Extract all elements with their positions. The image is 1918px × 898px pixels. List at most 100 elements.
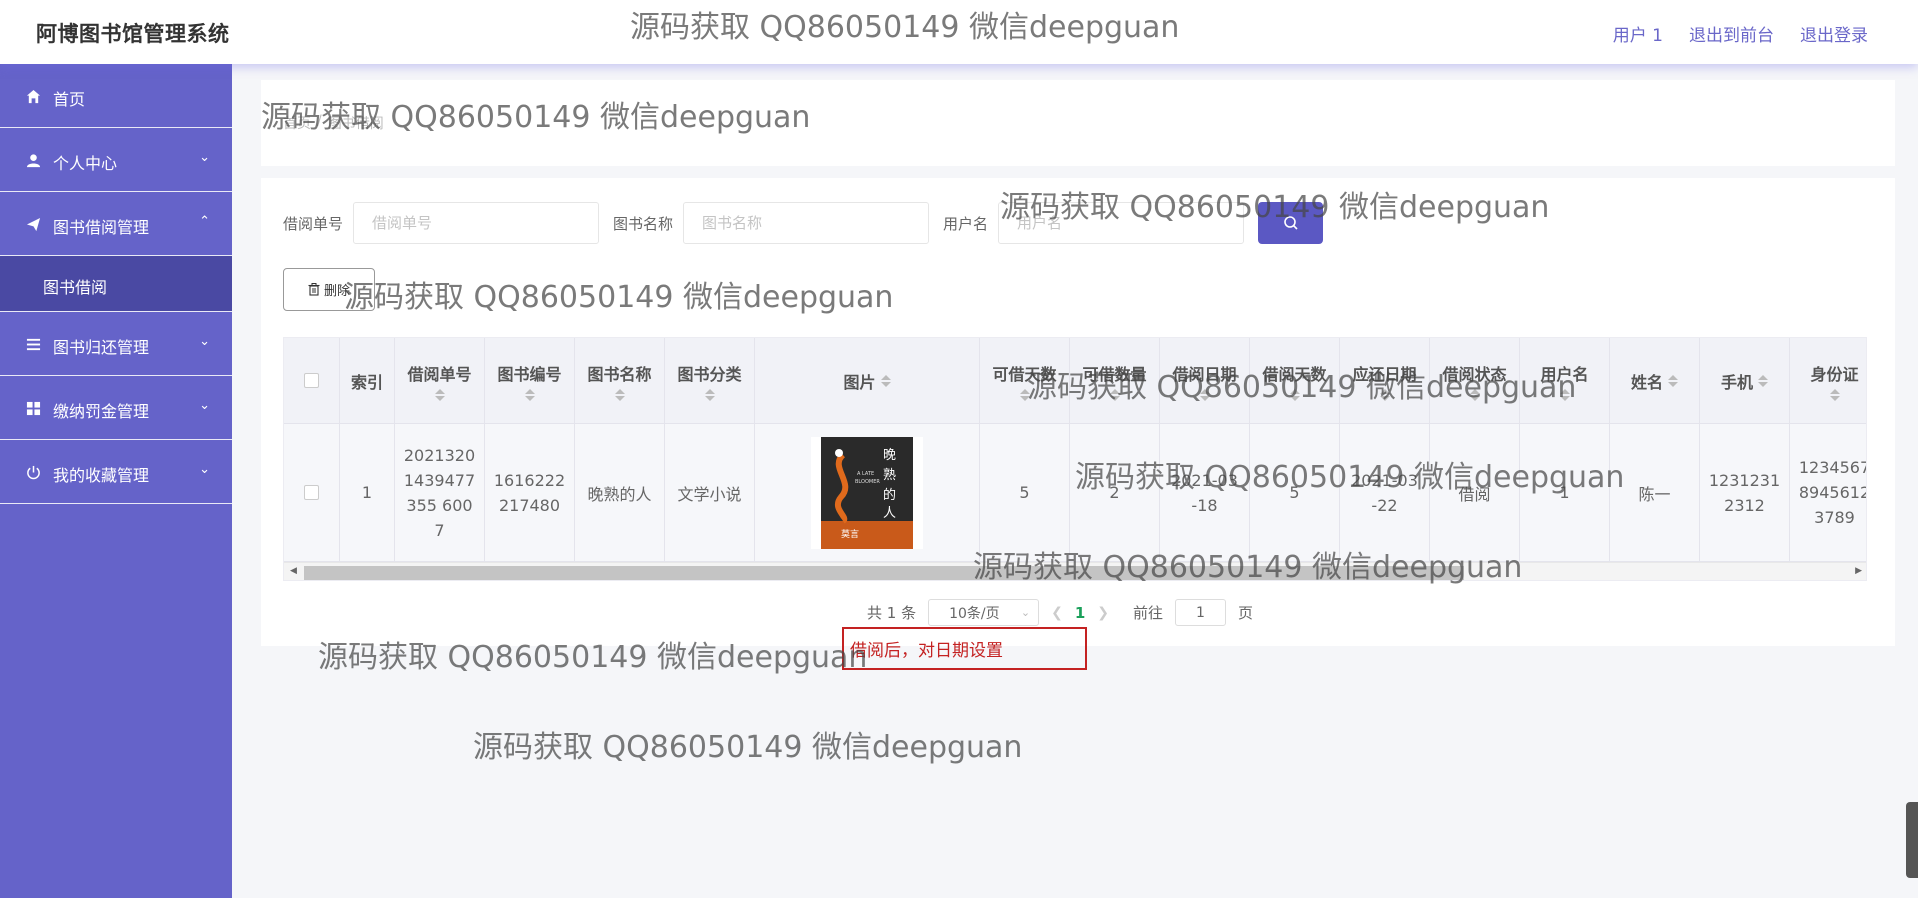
sort-icon[interactable]: [614, 388, 625, 401]
col-header[interactable]: 借阅天数: [1250, 338, 1340, 424]
col-header[interactable]: 图片: [755, 338, 980, 424]
borrow-no-input[interactable]: [353, 202, 600, 244]
sort-icon[interactable]: [704, 388, 715, 401]
table-row[interactable]: 1 20213201439477355 6007 1616222217480 晚…: [284, 424, 1866, 562]
sidebar-item-label: 首页: [53, 90, 86, 109]
col-header[interactable]: 图书分类: [665, 338, 755, 424]
header-select-all[interactable]: [284, 338, 340, 424]
next-page-icon[interactable]: ❯: [1097, 605, 1109, 621]
cell-loan-days: 5: [980, 424, 1070, 562]
pagination: 共 1 条 10条/页 ⌄ ❮ 1 ❯ 前往 页: [867, 599, 1253, 626]
cell-index: 1: [340, 424, 395, 562]
sort-icon[interactable]: [1829, 388, 1840, 401]
col-header[interactable]: 身份证: [1790, 338, 1866, 424]
scroll-left-icon[interactable]: ◀: [290, 566, 297, 576]
sort-icon[interactable]: [880, 374, 891, 387]
sort-icon[interactable]: [1199, 388, 1210, 401]
horizontal-scrollbar[interactable]: ◀ ▶: [284, 562, 1866, 580]
col-header[interactable]: 可借数量: [1070, 338, 1160, 424]
col-header-label: 图书名称: [587, 364, 652, 384]
cell-phone: 12312312312: [1700, 424, 1790, 562]
select-all-checkbox[interactable]: [304, 373, 319, 388]
col-header-label: 用户名: [1540, 364, 1589, 384]
col-header[interactable]: 可借天数: [980, 338, 1070, 424]
cell-text: 晚熟的人: [587, 484, 652, 504]
current-user-link[interactable]: 用户 1: [1613, 21, 1663, 46]
book-cover-image: 晚 熟 的 人 A LATE BLOOMER 莫言: [811, 436, 923, 549]
sidebar-item-return-management[interactable]: 图书归还管理 ⌄: [0, 312, 232, 376]
sidebar-item-favorites-management[interactable]: 我的收藏管理 ⌄: [0, 440, 232, 504]
goto-page-input[interactable]: [1175, 599, 1227, 626]
trash-icon: [308, 283, 320, 296]
watermark: 源码获取 QQ86050149 微信deepguan: [473, 730, 1023, 765]
cell-text: 20213201439477355 6007: [403, 445, 476, 540]
col-header[interactable]: 姓名: [1610, 338, 1700, 424]
row-checkbox[interactable]: [304, 485, 319, 500]
col-header[interactable]: 应还日期: [1340, 338, 1430, 424]
col-header[interactable]: 手机: [1700, 338, 1790, 424]
col-header[interactable]: 借阅日期: [1160, 338, 1250, 424]
sort-icon[interactable]: [1289, 388, 1300, 401]
sort-icon[interactable]: [1469, 388, 1480, 401]
cell-text: 1: [1559, 483, 1570, 502]
borrow-table: 索引 借阅单号 图书编号 图书名称 图书分类 图片 可借天数 可借数量 借阅日期…: [283, 337, 1867, 581]
cell-text: 陈一: [1638, 484, 1671, 504]
col-header-label: 可借天数: [992, 364, 1057, 384]
breadcrumb-separator: /: [317, 113, 322, 129]
col-header[interactable]: 用户名: [1520, 338, 1610, 424]
row-select[interactable]: [284, 424, 340, 562]
sort-icon[interactable]: [1019, 388, 1030, 401]
search-button[interactable]: [1258, 202, 1324, 244]
cell-name: 陈一: [1610, 424, 1700, 562]
book-cover-author: 莫言: [841, 528, 859, 540]
sort-icon[interactable]: [1559, 388, 1570, 401]
breadcrumb-panel: 首页 / 图书借阅: [261, 80, 1895, 166]
grid-icon: [26, 401, 41, 416]
sidebar-item-borrow-management[interactable]: 图书借阅管理 ⌃: [0, 192, 232, 256]
prev-page-icon[interactable]: ❮: [1051, 605, 1063, 621]
logout-link[interactable]: 退出登录: [1800, 21, 1868, 46]
sort-icon[interactable]: [1379, 388, 1390, 401]
borrow-no-label: 借阅单号: [283, 214, 344, 233]
col-header-label: 借阅状态: [1442, 364, 1507, 384]
col-header[interactable]: 借阅单号: [395, 338, 485, 424]
page-size-select[interactable]: 10条/页 ⌄: [928, 599, 1040, 626]
book-name-input[interactable]: [683, 202, 930, 244]
side-floating-widget[interactable]: [1906, 802, 1918, 878]
cell-borrow-no: 20213201439477355 6007: [395, 424, 485, 562]
sort-icon[interactable]: [434, 388, 445, 401]
cell-due-date: 2021-03-22: [1340, 424, 1430, 562]
col-header[interactable]: 图书编号: [485, 338, 575, 424]
page-size-value: 10条/页: [949, 605, 1000, 622]
sort-icon[interactable]: [1109, 388, 1120, 401]
col-header[interactable]: 图书名称: [575, 338, 665, 424]
scroll-right-icon[interactable]: ▶: [1855, 566, 1862, 576]
book-cover-char-2: 熟: [883, 467, 896, 483]
username-input[interactable]: [998, 202, 1245, 244]
page-number[interactable]: 1: [1075, 604, 1085, 622]
col-header-label: 图片: [843, 372, 876, 392]
delete-button[interactable]: 删除: [283, 268, 375, 311]
sort-icon[interactable]: [524, 388, 535, 401]
sort-icon[interactable]: [1668, 374, 1678, 387]
search-bar: 借阅单号 图书名称 用户名: [283, 202, 1324, 244]
col-header-label: 姓名: [1630, 372, 1663, 392]
cell-text: 2021-03-22: [1351, 470, 1418, 515]
sidebar-item-fine-management[interactable]: 缴纳罚金管理 ⌄: [0, 376, 232, 440]
sidebar-subitem-label: 图书借阅: [43, 278, 108, 297]
search-icon: [1283, 216, 1298, 230]
sidebar-subitem-book-borrow[interactable]: 图书借阅: [0, 256, 232, 312]
cell-text: 1616222217480: [493, 470, 566, 515]
col-header[interactable]: 借阅状态: [1430, 338, 1520, 424]
annotation-textbox[interactable]: 借阅后，对日期设置: [842, 627, 1087, 670]
cell-borrow-days: 5: [1250, 424, 1340, 562]
col-header-label: 可借数量: [1082, 364, 1147, 384]
scroll-thumb[interactable]: [304, 566, 1464, 580]
sort-icon[interactable]: [1758, 374, 1768, 387]
delete-button-label: 删除: [323, 284, 350, 299]
sidebar-item-home[interactable]: 首页: [0, 64, 232, 128]
cell-image: 晚 熟 的 人 A LATE BLOOMER 莫言: [755, 424, 980, 562]
breadcrumb-home[interactable]: 首页: [283, 113, 311, 133]
exit-to-frontend-link[interactable]: 退出到前台: [1689, 21, 1774, 46]
sidebar-item-personal-center[interactable]: 个人中心 ⌄: [0, 128, 232, 192]
